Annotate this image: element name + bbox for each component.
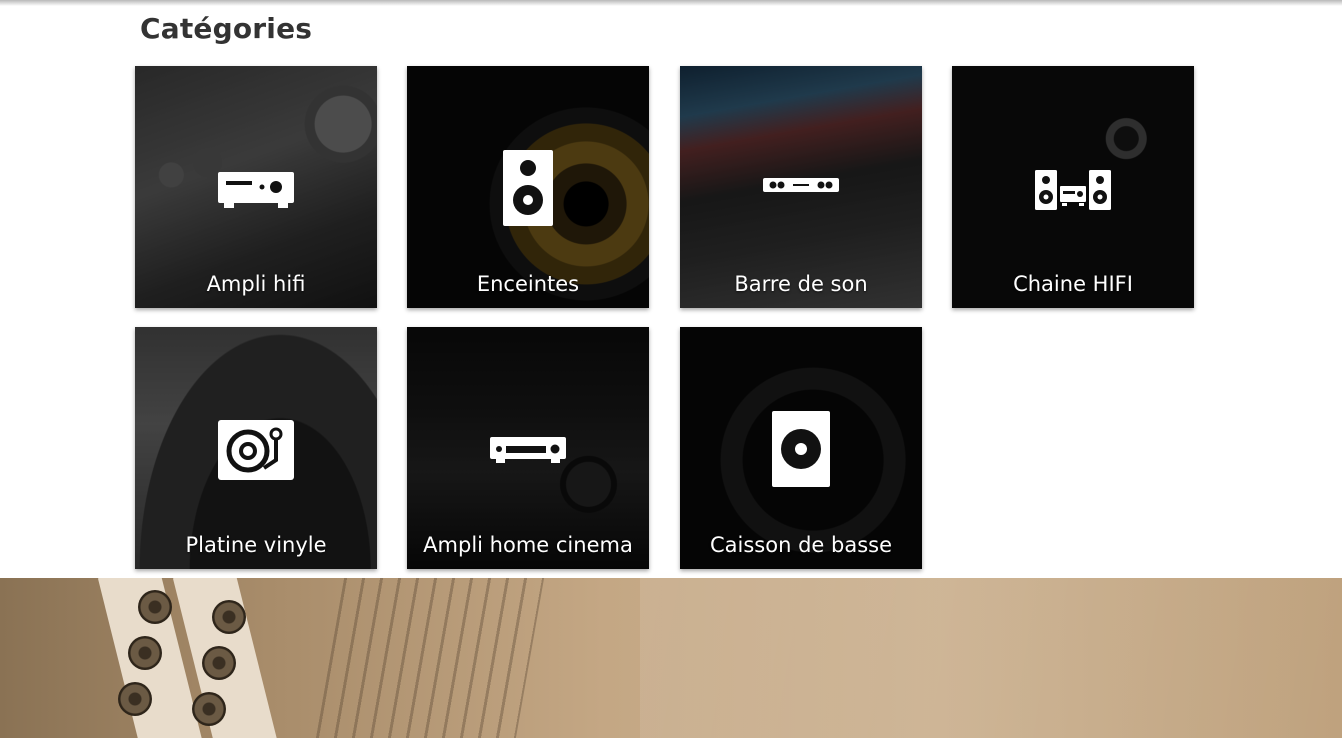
category-tile-platine-vinyle[interactable]: Platine vinyle [135, 327, 377, 569]
soundbar-icon [763, 178, 839, 192]
category-tile-chaine-hifi[interactable]: Chaine HIFI [952, 66, 1194, 308]
turntable-icon [218, 420, 294, 480]
footer-banner-image [0, 578, 1342, 738]
speaker-icon [503, 150, 553, 226]
category-tile-caisson-de-basse[interactable]: Caisson de basse [680, 327, 922, 569]
header-shadow [0, 0, 1342, 6]
page-title: Catégories [140, 12, 313, 45]
category-tile-ampli-hifi[interactable]: Ampli hifi [135, 66, 377, 308]
category-tile-barre-de-son[interactable]: Barre de son [680, 66, 922, 308]
category-tile-ampli-home-cinema[interactable]: Ampli home cinema [407, 327, 649, 569]
category-label: Caisson de basse [709, 533, 892, 557]
category-tile-enceintes[interactable]: Enceintes [407, 66, 649, 308]
category-label: Ampli hifi [206, 272, 306, 296]
subwoofer-icon [772, 411, 830, 487]
category-label: Chaine HIFI [1013, 272, 1133, 296]
hifi-system-icon [1035, 170, 1111, 210]
rack-image [315, 578, 545, 738]
amplifier-icon [218, 172, 294, 208]
category-label: Barre de son [734, 272, 868, 296]
category-label: Platine vinyle [185, 533, 327, 557]
av-receiver-icon [490, 437, 566, 463]
category-label: Enceintes [476, 272, 580, 296]
category-label: Ampli home cinema [423, 533, 633, 557]
